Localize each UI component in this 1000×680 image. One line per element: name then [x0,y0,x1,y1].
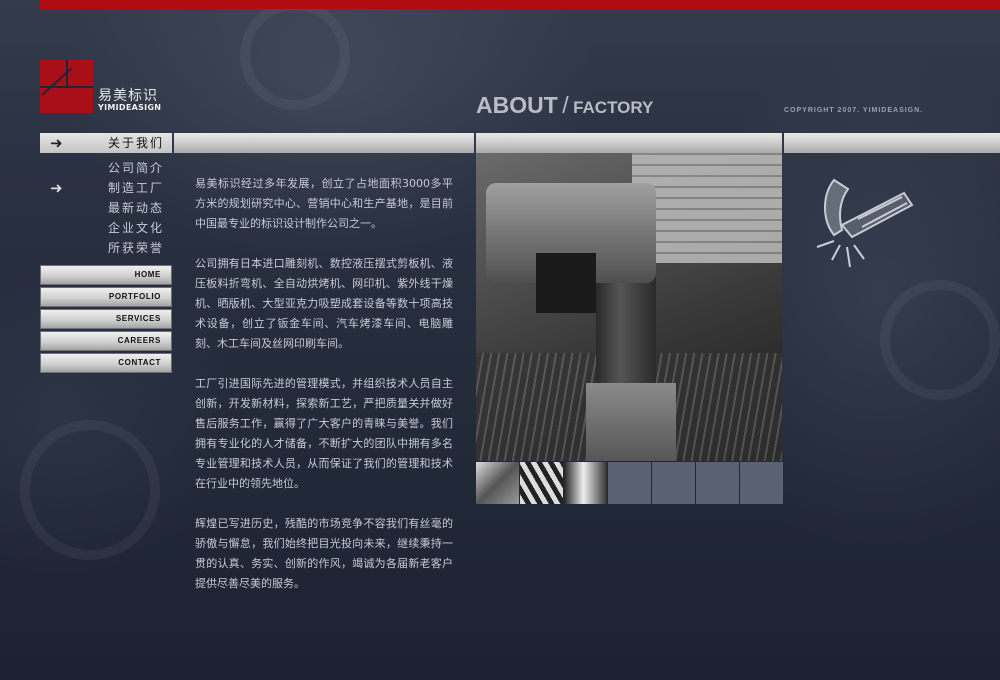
header-bar-center [476,133,782,153]
gallery-thumbnail[interactable] [520,462,563,504]
nav-button-label: HOME [134,270,161,279]
brand-name-en: YIMIDEASIGN [98,103,162,112]
gallery-thumbnail[interactable] [564,462,607,504]
nav-contact-button[interactable]: CONTACT [40,353,172,373]
subnav-item-label: 企业文化 [108,221,165,235]
content-paragraph: 辉煌已写进历史，残酷的市场竞争不容我们有丝毫的骄傲与懈怠，我们始终把目光投向未来… [195,517,453,590]
subnav-item-label: 公司简介 [108,161,165,175]
gallery-thumbnails [476,462,784,506]
about-content: 易美标识经过多年发展，创立了占地面积3000多平方米的规划研究中心、营销中心和生… [195,174,453,614]
subnav-item-label: 制造工厂 [108,181,165,195]
nav-button-label: CONTACT [118,358,161,367]
nav-button-label: PORTFOLIO [108,292,161,301]
nav-button-label: CAREERS [117,336,161,345]
gallery-thumbnail-empty [652,462,695,504]
brand-logo[interactable]: 易美标识 YIMIDEASIGN [40,60,180,116]
nav-portfolio-button[interactable]: PORTFOLIO [40,287,172,307]
subnav-item[interactable]: ➜ 制造工厂 [40,178,172,198]
nav-button-label: SERVICES [115,314,161,323]
copyright-notice: COPYRIGHT 2007. YIMIDEASIGN. [784,107,924,114]
gallery-thumbnail-empty [740,462,783,504]
gallery-thumbnail-empty [696,462,739,504]
header-bar-right [784,133,1000,153]
subnav-item[interactable]: 最新动态 [40,198,172,218]
subnav-item-label: 所获荣誉 [108,241,165,255]
page-title: ABOUT / FACTORY [476,92,653,119]
subnav-item[interactable]: 公司简介 [40,158,172,178]
content-paragraph: 工厂引进国际先进的管理模式，并组织技术人员自主创新，开发新材料，探索新工艺，严把… [195,377,453,490]
factory-photo [476,153,782,461]
arrow-right-icon: ➜ [50,179,63,197]
brand-name-cn: 易美标识 [98,88,158,104]
subnav-item[interactable]: 所获荣誉 [40,238,172,258]
decor-gear [20,420,160,560]
logo-mark [40,60,93,113]
subnav-item[interactable]: 企业文化 [40,218,172,238]
decor-gear [880,280,1000,400]
header-bar-left [174,133,474,153]
page-title-sub: FACTORY [573,98,654,117]
content-paragraph: 公司拥有日本进口雕刻机、数控液压摆式剪板机、液压板料折弯机、全自动烘烤机、网印机… [195,257,453,350]
subnav-item-label: 最新动态 [108,201,165,215]
top-accent-bar [40,0,1000,9]
page-title-separator: / [562,92,569,118]
gallery-thumbnail[interactable] [476,462,519,504]
section-nav-active-label: 关于我们 [108,136,165,150]
gallery-thumbnail-empty [608,462,651,504]
page-title-main: ABOUT [476,92,558,118]
nav-careers-button[interactable]: CAREERS [40,331,172,351]
decor-gear [240,0,350,110]
nav-home-button[interactable]: HOME [40,265,172,285]
main-nav: HOME PORTFOLIO SERVICES CAREERS CONTACT [40,265,172,375]
section-subnav: 公司简介 ➜ 制造工厂 最新动态 企业文化 所获荣誉 [40,158,172,258]
section-nav-active[interactable]: ➜ 关于我们 [40,133,172,153]
arrow-right-icon: ➜ [50,134,63,152]
content-paragraph: 易美标识经过多年发展，创立了占地面积3000多平方米的规划研究中心、营销中心和生… [195,177,453,230]
nav-services-button[interactable]: SERVICES [40,309,172,329]
hammer-icon [816,178,914,268]
